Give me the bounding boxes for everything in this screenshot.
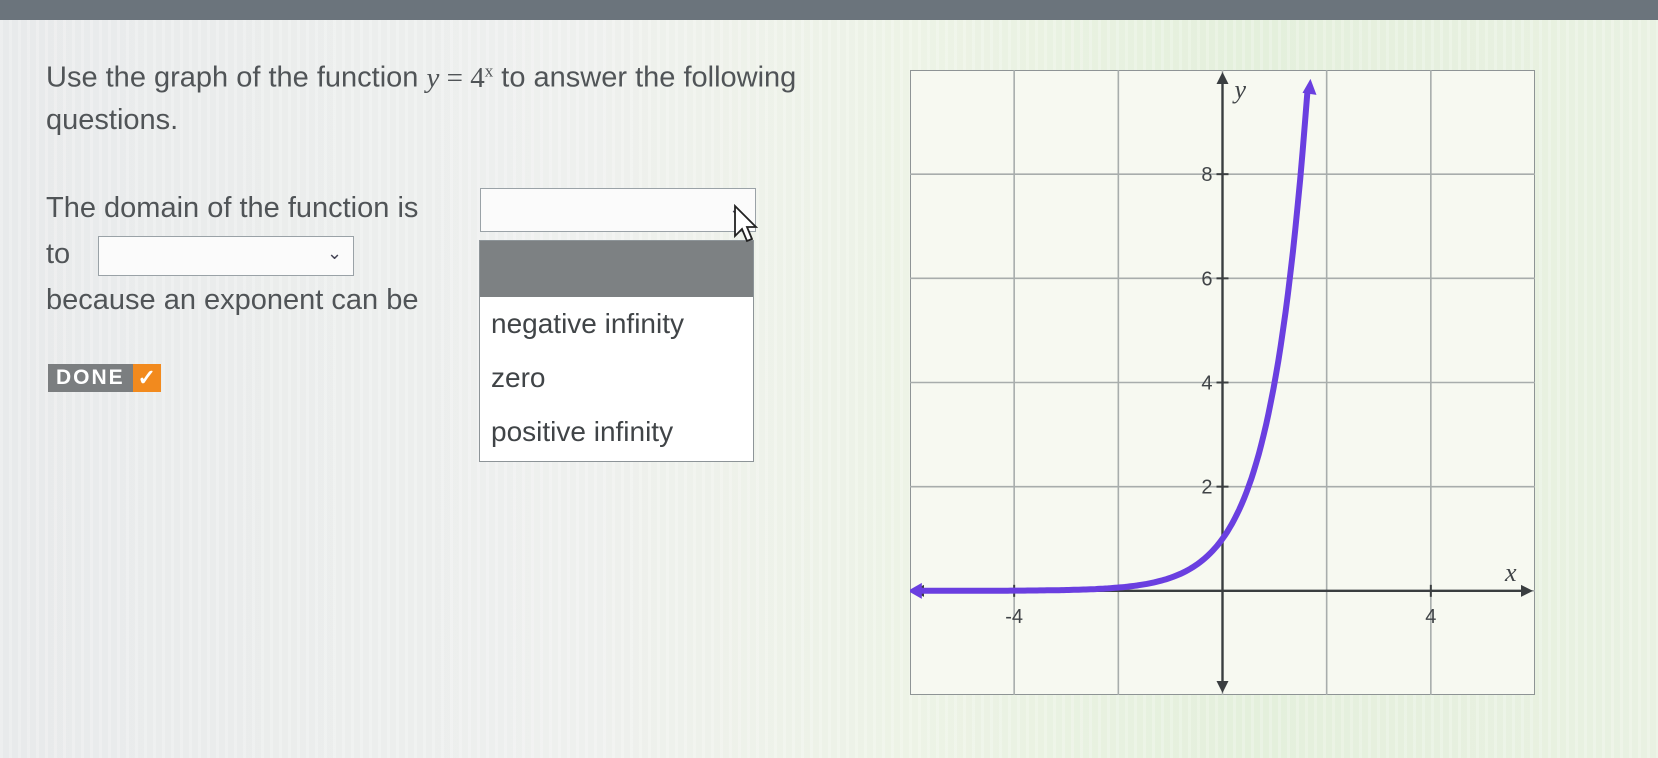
done-label: DONE	[48, 364, 133, 392]
domain-end-select[interactable]: ⌄	[98, 236, 354, 276]
dropdown-option-negative-infinity[interactable]: negative infinity	[480, 297, 753, 351]
to-text: to	[46, 238, 71, 270]
y-tick-label: 4	[1201, 373, 1212, 395]
domain-start-select[interactable]: ⌄	[480, 188, 756, 232]
question-text: Use the graph of the function y = 4x to …	[46, 50, 806, 141]
chevron-down-icon: ⌄	[327, 243, 343, 263]
check-icon: ✓	[132, 364, 161, 392]
question-prefix: Use the graph of the function	[46, 61, 419, 94]
y-tick-label: 8	[1201, 164, 1212, 186]
dropdown-option-positive-infinity[interactable]: positive infinity	[480, 405, 753, 459]
x-tick-label: -4	[1005, 606, 1023, 628]
function-graph: -4 4 2 4 6 8 x y	[910, 70, 1535, 695]
mouse-cursor-icon	[734, 204, 759, 243]
y-tick-label: 2	[1201, 477, 1212, 499]
y-axis-label: y	[1232, 75, 1247, 104]
domain-text: The domain of the function is	[46, 192, 419, 224]
because-text: because an exponent can be	[46, 284, 419, 316]
x-axis-label: x	[1504, 558, 1517, 587]
dropdown-option-blank[interactable]	[480, 241, 753, 297]
dropdown-option-zero[interactable]: zero	[480, 351, 753, 405]
y-tick-label: 6	[1201, 268, 1212, 290]
top-bar	[0, 0, 1658, 20]
dropdown-menu: negative infinity zero positive infinity	[479, 240, 754, 462]
done-button[interactable]: DONE ✓	[48, 364, 161, 392]
x-tick-label: 4	[1425, 606, 1436, 628]
function-expression: y = 4x	[426, 61, 494, 94]
